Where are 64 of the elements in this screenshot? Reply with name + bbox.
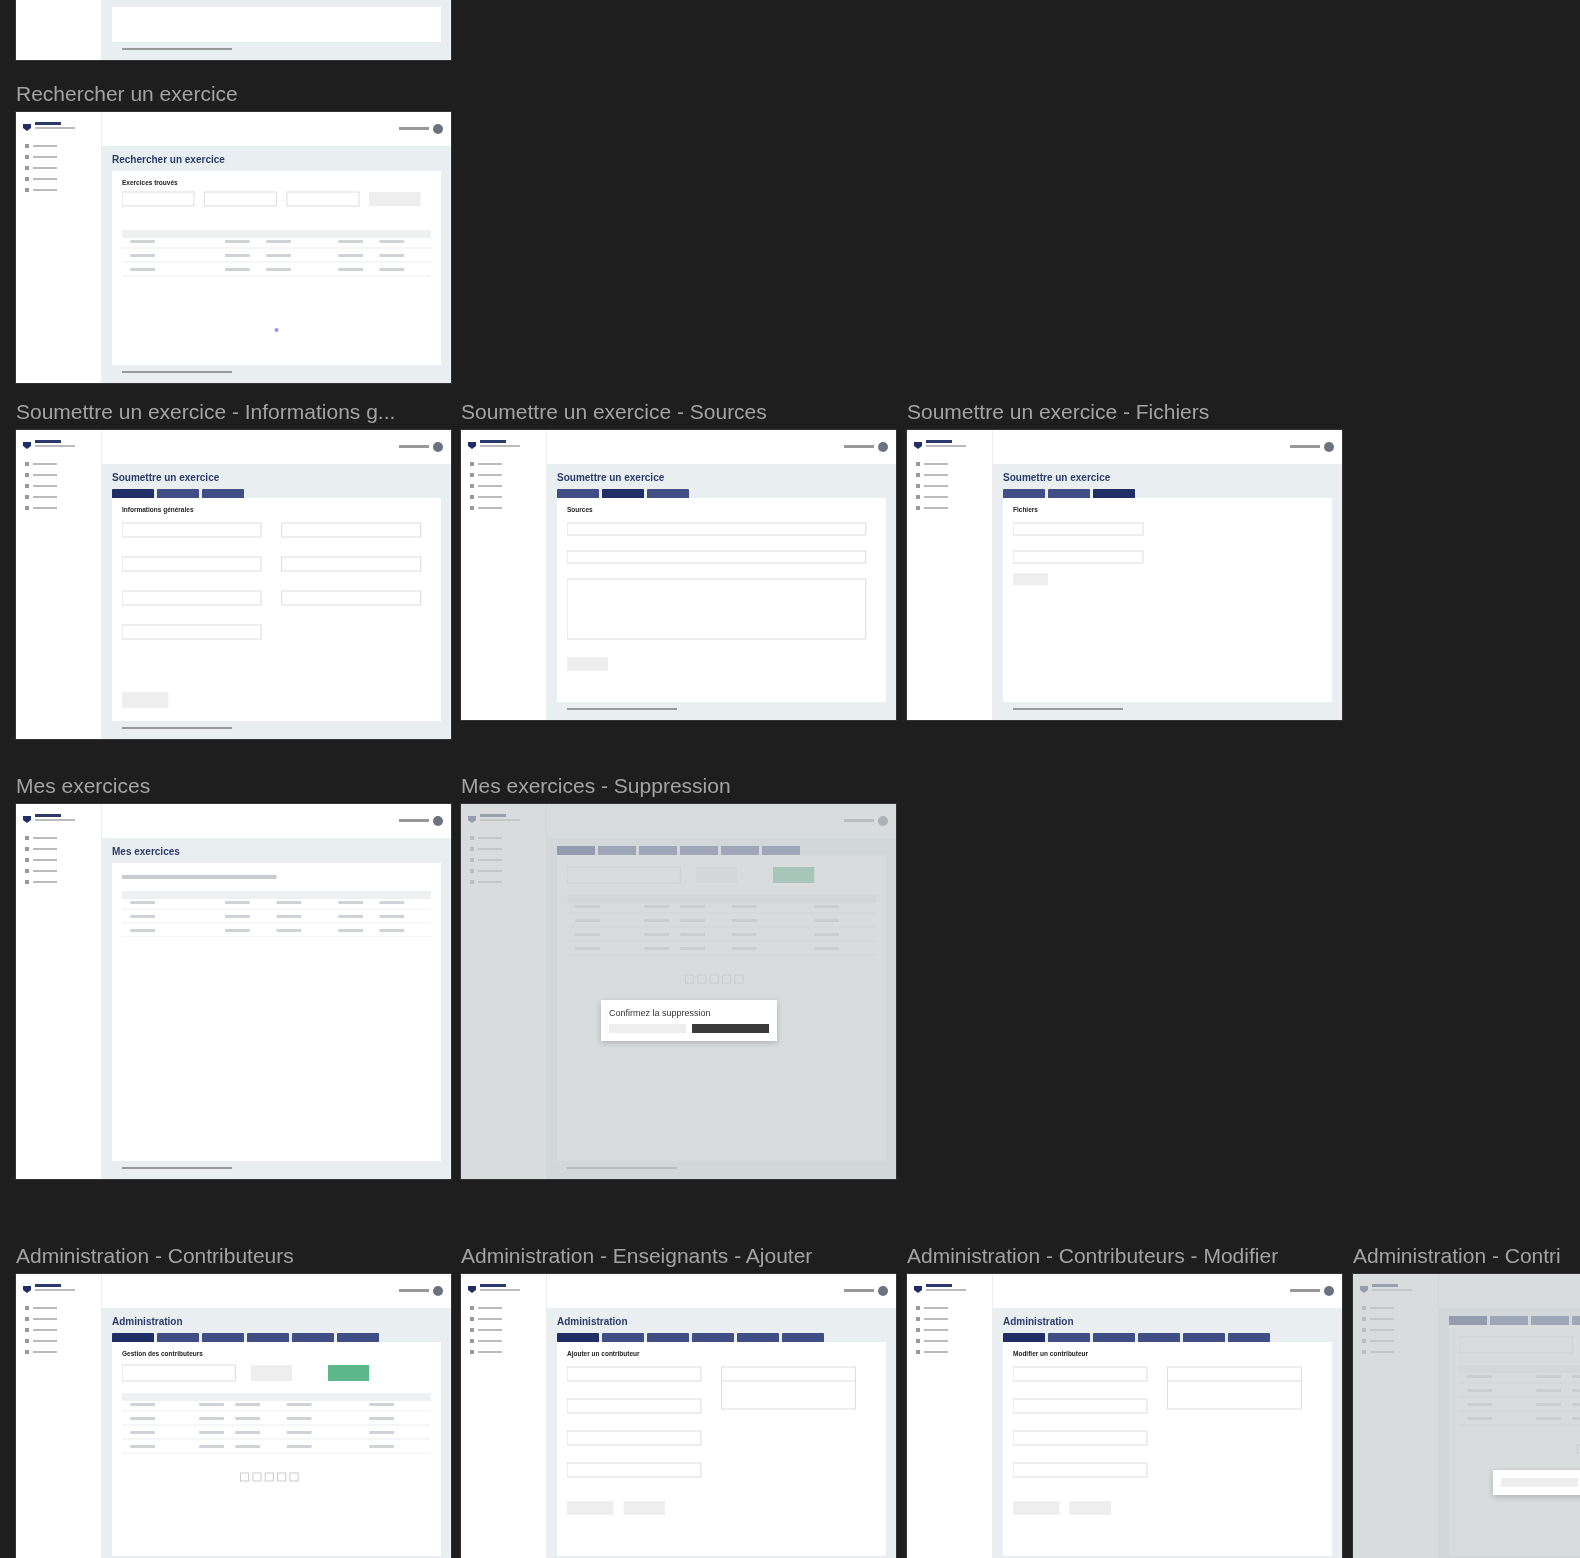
avatar-icon (433, 442, 443, 452)
page-title: Administration (557, 1316, 629, 1327)
frame-title: Administration - Contributeurs (16, 1244, 294, 1268)
tab[interactable] (1003, 489, 1045, 498)
tab[interactable] (247, 1333, 289, 1342)
tab[interactable] (112, 1333, 154, 1342)
avatar-icon (878, 442, 888, 452)
user-name-drawing (1290, 1289, 1320, 1293)
tab[interactable] (602, 489, 644, 498)
user-name-drawing (844, 1289, 874, 1293)
tab[interactable] (557, 489, 599, 498)
tab[interactable] (202, 489, 244, 498)
avatar-icon (878, 1286, 888, 1296)
tab[interactable] (292, 1333, 334, 1342)
tab[interactable] (557, 1333, 599, 1342)
tab[interactable] (692, 1333, 734, 1342)
frame-title: Mes exercices (16, 774, 151, 798)
tab[interactable] (1048, 489, 1090, 498)
tab[interactable] (202, 1333, 244, 1342)
avatar-icon (433, 1286, 443, 1296)
user-name-drawing (844, 445, 874, 449)
frame-title: Administration - Enseignants - Ajouter (461, 1244, 813, 1268)
frame-title: Administration - Contributeurs - Modifier (907, 1244, 1279, 1268)
page-title: Rechercher un exercice (112, 154, 226, 165)
page-title: Administration (112, 1316, 184, 1327)
tab[interactable] (1228, 1333, 1270, 1342)
frame-title: Administration - Contri (1353, 1244, 1561, 1268)
user-name-drawing (399, 1289, 429, 1293)
avatar-icon (1324, 442, 1334, 452)
tab[interactable] (647, 1333, 689, 1342)
tab[interactable] (1048, 1333, 1090, 1342)
frame-title: Soumettre un exercice - Sources (461, 400, 767, 424)
avatar-icon (433, 124, 443, 134)
tab[interactable] (1093, 1333, 1135, 1342)
page-title: Administration (1003, 1316, 1075, 1327)
tab[interactable] (337, 1333, 379, 1342)
tab[interactable] (112, 489, 154, 498)
tab[interactable] (1183, 1333, 1225, 1342)
dialog-title: Confirmez la suppression (609, 1008, 712, 1018)
frame-title: Soumettre un exercice - Informations g... (16, 400, 396, 424)
tab[interactable] (157, 1333, 199, 1342)
tab[interactable] (602, 1333, 644, 1342)
page-title: Soumettre un exercice (112, 472, 221, 483)
tab[interactable] (647, 489, 689, 498)
frame-title: Soumettre un exercice - Fichiers (907, 400, 1210, 424)
frame-title: Rechercher un exercice (16, 82, 238, 106)
tab[interactable] (157, 489, 199, 498)
page-title: Mes exercices (112, 846, 181, 857)
avatar-icon (878, 816, 888, 826)
tab[interactable] (1093, 489, 1135, 498)
user-name-drawing (399, 127, 429, 131)
confirm-button[interactable] (692, 1024, 769, 1033)
page-title: Soumettre un exercice (557, 472, 666, 483)
tab[interactable] (737, 1333, 779, 1342)
user-name-drawing (399, 819, 429, 823)
frame-title: Mes exercices - Suppression (461, 774, 731, 798)
user-name-drawing (399, 445, 429, 449)
user-name-drawing (1290, 445, 1320, 449)
tab[interactable] (1003, 1333, 1045, 1342)
avatar-icon (1324, 1286, 1334, 1296)
page-title: Soumettre un exercice (1003, 472, 1112, 483)
avatar-icon (433, 816, 443, 826)
tab[interactable] (782, 1333, 824, 1342)
tab[interactable] (1138, 1333, 1180, 1342)
